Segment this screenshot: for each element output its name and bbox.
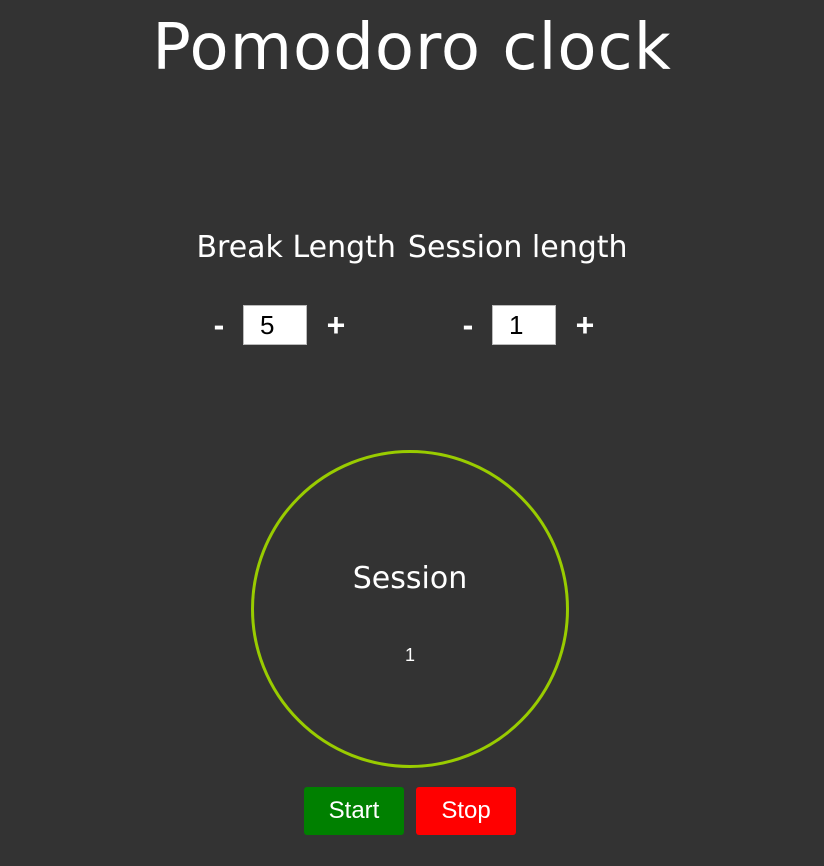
session-decrement-button[interactable]: - bbox=[455, 304, 481, 346]
session-length-control: - + bbox=[455, 304, 598, 346]
break-decrement-button[interactable]: - bbox=[206, 304, 232, 346]
start-button[interactable]: Start bbox=[304, 787, 404, 835]
stop-button[interactable]: Stop bbox=[416, 787, 516, 835]
length-labels: Break Length Session length bbox=[0, 228, 824, 268]
break-length-control: - + bbox=[206, 304, 349, 346]
break-increment-button[interactable]: + bbox=[323, 304, 349, 346]
session-length-input[interactable] bbox=[492, 305, 556, 345]
break-length-label: Break Length bbox=[196, 230, 396, 265]
timer-circle: Session 1 bbox=[251, 450, 569, 768]
page-title: Pomodoro clock bbox=[152, 11, 672, 85]
break-length-input[interactable] bbox=[243, 305, 307, 345]
session-increment-button[interactable]: + bbox=[572, 304, 598, 346]
timer-value: 1 bbox=[404, 645, 415, 665]
timer-mode-label: Session bbox=[352, 561, 468, 596]
session-length-label: Session length bbox=[407, 230, 628, 265]
